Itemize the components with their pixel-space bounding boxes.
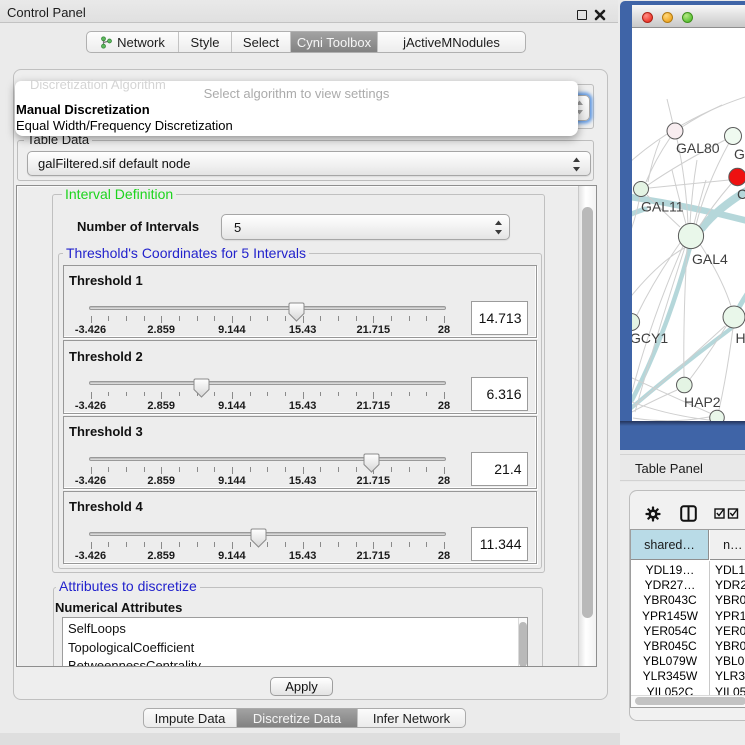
svg-text:GAL4: GAL4 <box>692 251 728 267</box>
svg-text:H: H <box>736 330 745 346</box>
svg-text:GAL11: GAL11 <box>641 199 684 215</box>
svg-text:GAL80: GAL80 <box>676 140 720 156</box>
svg-text:C: C <box>737 186 745 202</box>
svg-text:GCY1: GCY1 <box>632 330 668 346</box>
svg-text:GA: GA <box>734 146 745 162</box>
svg-text:HAP2: HAP2 <box>684 394 721 410</box>
